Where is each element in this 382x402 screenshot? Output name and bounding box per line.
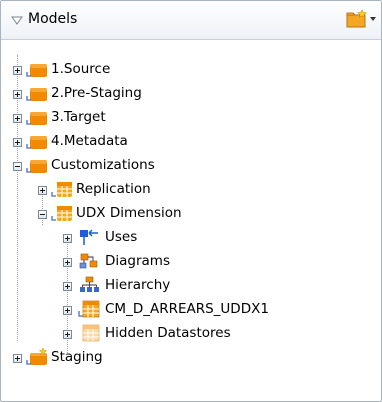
tree-node-label: Replication (76, 181, 151, 197)
model-folder-icon (26, 64, 47, 77)
tree-node-2-pre-staging[interactable]: 2.Pre-Staging (1, 83, 381, 107)
tree-node-uses[interactable]: Uses (1, 227, 381, 251)
model-folder-icon (26, 160, 47, 173)
diagrams-icon (79, 253, 98, 269)
tree-node-4-metadata[interactable]: 4.Metadata (1, 131, 381, 155)
tree-node-label: Hierarchy (105, 277, 171, 293)
tree-node-customizations[interactable]: Customizations (1, 155, 381, 179)
panel-title: Models (28, 11, 78, 27)
expand-toggle-icon[interactable] (63, 234, 72, 243)
tree-node-hierarchy[interactable]: Hierarchy (1, 275, 381, 299)
tree-node-label: Customizations (51, 157, 155, 173)
tree-node-label: 2.Pre-Staging (51, 85, 142, 101)
expand-toggle-icon[interactable] (13, 114, 22, 123)
expand-toggle-icon[interactable] (13, 138, 22, 147)
model-folder-star-icon (26, 348, 48, 365)
expand-toggle-icon[interactable] (63, 306, 72, 315)
models-panel: Models 1.Source 2.Pre-Staging 3.Target 4… (0, 0, 382, 402)
tree-node-udx-dimension[interactable]: UDX Dimension (1, 203, 381, 227)
tree-node-label: 1.Source (51, 61, 111, 77)
tree-node-label: CM_D_ARREARS_UDDX1 (105, 301, 269, 317)
tree-node-label: UDX Dimension (76, 205, 182, 221)
tree-node-label: 3.Target (51, 109, 106, 125)
triangle-down-icon[interactable] (10, 13, 24, 27)
dropdown-caret-icon[interactable] (370, 17, 376, 21)
expand-toggle-icon[interactable] (63, 282, 72, 291)
model-icon (51, 182, 72, 197)
expand-toggle-icon[interactable] (13, 90, 22, 99)
tree-node-label: Hidden Datastores (105, 325, 231, 341)
tree-node-label: Diagrams (105, 253, 170, 269)
model-folder-icon (26, 88, 47, 101)
tree-node-label: 4.Metadata (51, 133, 128, 149)
hidden-datastores-icon (82, 324, 100, 342)
model-folder-icon (26, 136, 47, 149)
collapse-toggle-icon[interactable] (13, 162, 22, 171)
tree-node-hidden-datastores[interactable]: Hidden Datastores (1, 323, 381, 347)
tree-node-diagrams[interactable]: Diagrams (1, 251, 381, 275)
expand-toggle-icon[interactable] (63, 258, 72, 267)
model-tree: 1.Source 2.Pre-Staging 3.Target 4.Metada… (1, 39, 381, 401)
folder-star-icon[interactable] (345, 9, 369, 29)
tree-node-3-target[interactable]: 3.Target (1, 107, 381, 131)
tree-node-label: Uses (105, 229, 138, 245)
expand-toggle-icon[interactable] (63, 330, 72, 339)
hierarchy-icon (80, 276, 99, 292)
datastore-icon (78, 300, 100, 318)
expand-toggle-icon[interactable] (13, 66, 22, 75)
tree-node-replication[interactable]: Replication (1, 179, 381, 203)
model-folder-icon (26, 112, 47, 125)
panel-header: Models (1, 1, 381, 40)
model-icon (51, 206, 72, 221)
tree-node-datastore[interactable]: CM_D_ARREARS_UDDX1 (1, 299, 381, 323)
expand-toggle-icon[interactable] (38, 186, 47, 195)
tree-node-staging[interactable]: Staging (1, 347, 381, 371)
expand-toggle-icon[interactable] (13, 354, 22, 363)
tree-node-1-source[interactable]: 1.Source (1, 59, 381, 83)
tree-node-label: Staging (51, 349, 103, 365)
collapse-toggle-icon[interactable] (38, 210, 47, 219)
uses-icon (80, 229, 98, 245)
